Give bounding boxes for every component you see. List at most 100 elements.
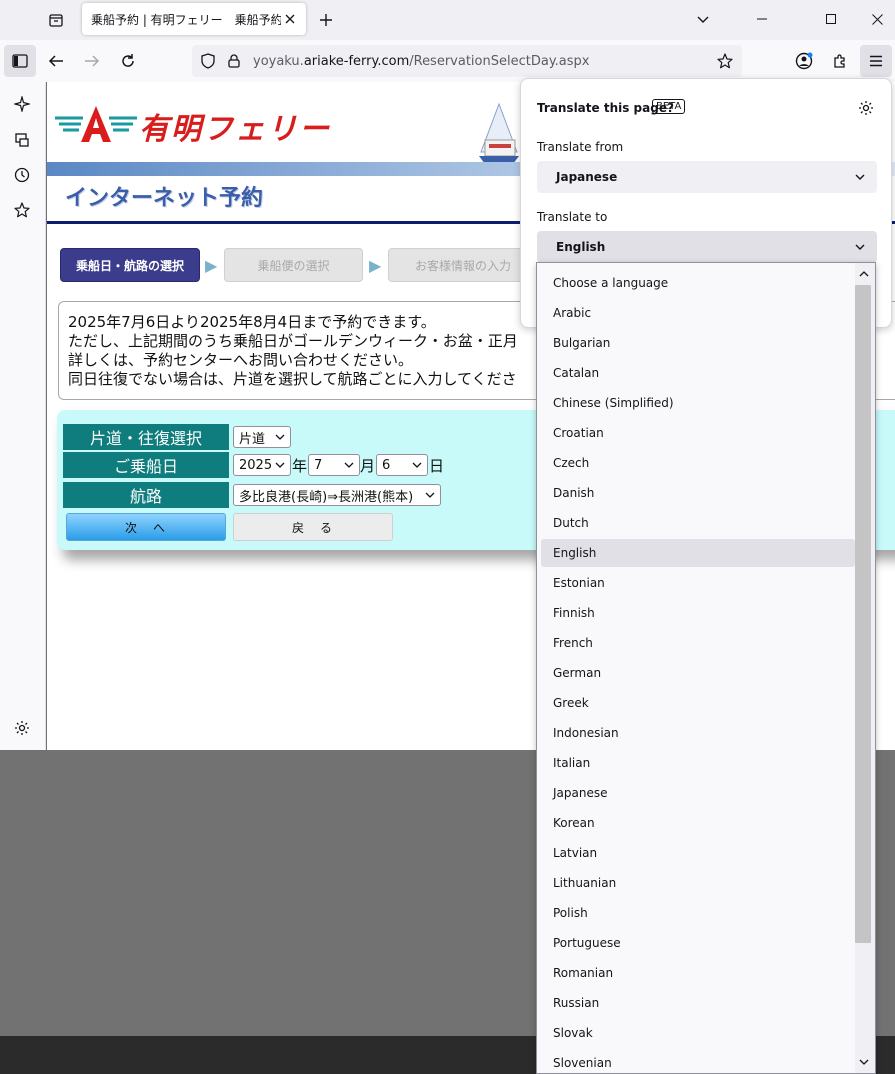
step-select-sailing: 乗船便の選択 xyxy=(224,248,363,282)
language-option[interactable]: Finnish xyxy=(541,599,855,627)
month-select[interactable]: 7 xyxy=(308,454,360,476)
browser-sidebar xyxy=(0,82,46,750)
url-bar[interactable]: yoyaku.ariake-ferry.com/ReservationSelec… xyxy=(192,45,742,77)
translate-from-select[interactable]: Japanese xyxy=(537,161,877,193)
chevron-down-icon xyxy=(855,174,865,180)
reload-icon[interactable] xyxy=(112,45,144,77)
language-option[interactable]: Romanian xyxy=(541,959,855,987)
site-subtitle: インターネット予約 xyxy=(65,186,264,211)
new-tab-icon[interactable] xyxy=(314,8,338,32)
translate-from-label: Translate from xyxy=(537,140,624,154)
translate-to-select[interactable]: English xyxy=(537,231,877,263)
history-clock-icon[interactable] xyxy=(11,164,33,186)
day-select[interactable]: 6 xyxy=(376,454,428,476)
ariake-logo-mark-icon xyxy=(55,106,137,142)
language-option[interactable]: Bulgarian xyxy=(541,329,855,357)
route-select[interactable]: 多比良港(長崎)⇒長洲港(熊本) xyxy=(233,484,441,506)
beta-badge: BETA xyxy=(652,99,686,114)
navigation-toolbar: yoyaku.ariake-ferry.com/ReservationSelec… xyxy=(0,40,895,82)
language-option[interactable]: French xyxy=(541,629,855,657)
forward-arrow-icon[interactable] xyxy=(76,45,108,77)
ferry-illustration-icon xyxy=(479,102,519,164)
trip-type-select[interactable]: 片道 xyxy=(233,426,291,448)
language-option[interactable]: Slovak xyxy=(541,1019,855,1047)
scroll-up-arrow-icon[interactable] xyxy=(857,267,871,281)
year-select[interactable]: 2025 xyxy=(233,454,291,476)
month-suffix: 月 xyxy=(360,457,376,475)
next-button[interactable]: 次 へ xyxy=(66,513,226,541)
language-option[interactable]: Latvian xyxy=(541,839,855,867)
ai-chatbot-sparkle-icon[interactable] xyxy=(11,93,33,115)
route-value: 多比良港(長崎)⇒長洲港(熊本) xyxy=(239,489,414,505)
language-option[interactable]: Indonesian xyxy=(541,719,855,747)
bookmarks-star-icon[interactable] xyxy=(11,199,33,221)
translate-from-value: Japanese xyxy=(556,170,618,184)
extensions-icon[interactable] xyxy=(824,45,856,77)
language-option[interactable]: German xyxy=(541,659,855,687)
chevron-down-icon xyxy=(275,462,285,468)
language-option[interactable]: Japanese xyxy=(541,779,855,807)
sidebar-toggle-icon[interactable] xyxy=(4,45,36,77)
tab-strip: 乗船予約 | 有明フェリー 乗船予約 xyxy=(0,0,895,40)
trip-type-value: 片道 xyxy=(239,431,266,447)
list-all-tabs-icon[interactable] xyxy=(690,8,716,32)
day-value: 6 xyxy=(382,457,391,473)
app-menu-icon[interactable] xyxy=(860,45,892,77)
bookmark-star-icon[interactable] xyxy=(717,53,733,69)
day-suffix: 日 xyxy=(429,457,445,475)
step-arrow-icon: ▶ xyxy=(205,256,218,275)
language-option[interactable]: Greek xyxy=(541,689,855,717)
site-logo-text: 有明フェリー xyxy=(139,112,331,147)
language-option[interactable]: Czech xyxy=(541,449,855,477)
sidebar-settings-gear-icon[interactable] xyxy=(11,717,33,739)
translate-to-value: English xyxy=(556,240,606,254)
window-close-icon[interactable] xyxy=(855,4,895,34)
lock-icon[interactable] xyxy=(226,53,242,69)
month-value: 7 xyxy=(314,457,323,473)
minimize-icon[interactable] xyxy=(740,4,784,34)
active-tab[interactable]: 乗船予約 | 有明フェリー 乗船予約 xyxy=(82,3,306,35)
language-option[interactable]: Danish xyxy=(541,479,855,507)
language-option[interactable]: Croatian xyxy=(541,419,855,447)
language-option[interactable]: Chinese (Simplified) xyxy=(541,389,855,417)
language-option[interactable]: Russian xyxy=(541,989,855,1017)
step-arrow-icon: ▶ xyxy=(369,256,382,275)
language-dropdown-list[interactable]: Slovenian Slovak Russian Romanian Portuguese… xyxy=(536,262,876,1074)
tab-overview-icon[interactable] xyxy=(44,8,68,32)
language-option[interactable]: Italian xyxy=(541,749,855,777)
maximize-icon[interactable] xyxy=(809,4,853,34)
language-option[interactable]: Polish xyxy=(541,899,855,927)
tab-title: 乗船予約 | 有明フェリー 乗船予約 xyxy=(91,13,281,27)
step-select-date-route: 乗船日・航路の選択 xyxy=(60,248,200,282)
boarding-date-label: ご乗船日 xyxy=(63,452,229,478)
synced-tabs-icon[interactable] xyxy=(11,129,33,151)
route-label: 航路 xyxy=(63,482,229,508)
tracking-protection-shield-icon[interactable] xyxy=(200,53,216,69)
language-option[interactable]: Arabic xyxy=(541,299,855,327)
chevron-down-icon xyxy=(855,244,865,250)
translation-settings-gear-icon[interactable] xyxy=(857,99,875,117)
dropdown-scrollbar-thumb[interactable] xyxy=(855,285,871,943)
chevron-down-icon xyxy=(275,434,285,440)
language-option[interactable]: Lithuanian xyxy=(541,869,855,897)
scroll-down-arrow-icon[interactable] xyxy=(857,1055,871,1069)
account-icon[interactable] xyxy=(788,45,820,77)
url-text: yoyaku.ariake-ferry.com/ReservationSelec… xyxy=(253,54,590,69)
language-option[interactable]: Portuguese xyxy=(541,929,855,957)
language-option[interactable]: Catalan xyxy=(541,359,855,387)
year-value: 2025 xyxy=(239,457,273,473)
language-option[interactable]: Korean xyxy=(541,809,855,837)
language-option[interactable]: Slovenian xyxy=(541,1049,855,1073)
chevron-down-icon xyxy=(425,492,435,498)
language-option[interactable]: English xyxy=(541,539,855,567)
step-customer-info: お客様情報の入力 xyxy=(388,248,538,282)
chevron-down-icon xyxy=(344,462,354,468)
language-option[interactable]: Choose a language xyxy=(541,269,855,297)
tab-close-icon[interactable] xyxy=(282,11,298,27)
translate-to-label: Translate to xyxy=(537,210,608,224)
language-option[interactable]: Estonian xyxy=(541,569,855,597)
language-option[interactable]: Dutch xyxy=(541,509,855,537)
back-button[interactable]: 戻 る xyxy=(233,513,393,541)
trip-type-label: 片道・往復選択 xyxy=(63,424,229,450)
back-arrow-icon[interactable] xyxy=(40,45,72,77)
